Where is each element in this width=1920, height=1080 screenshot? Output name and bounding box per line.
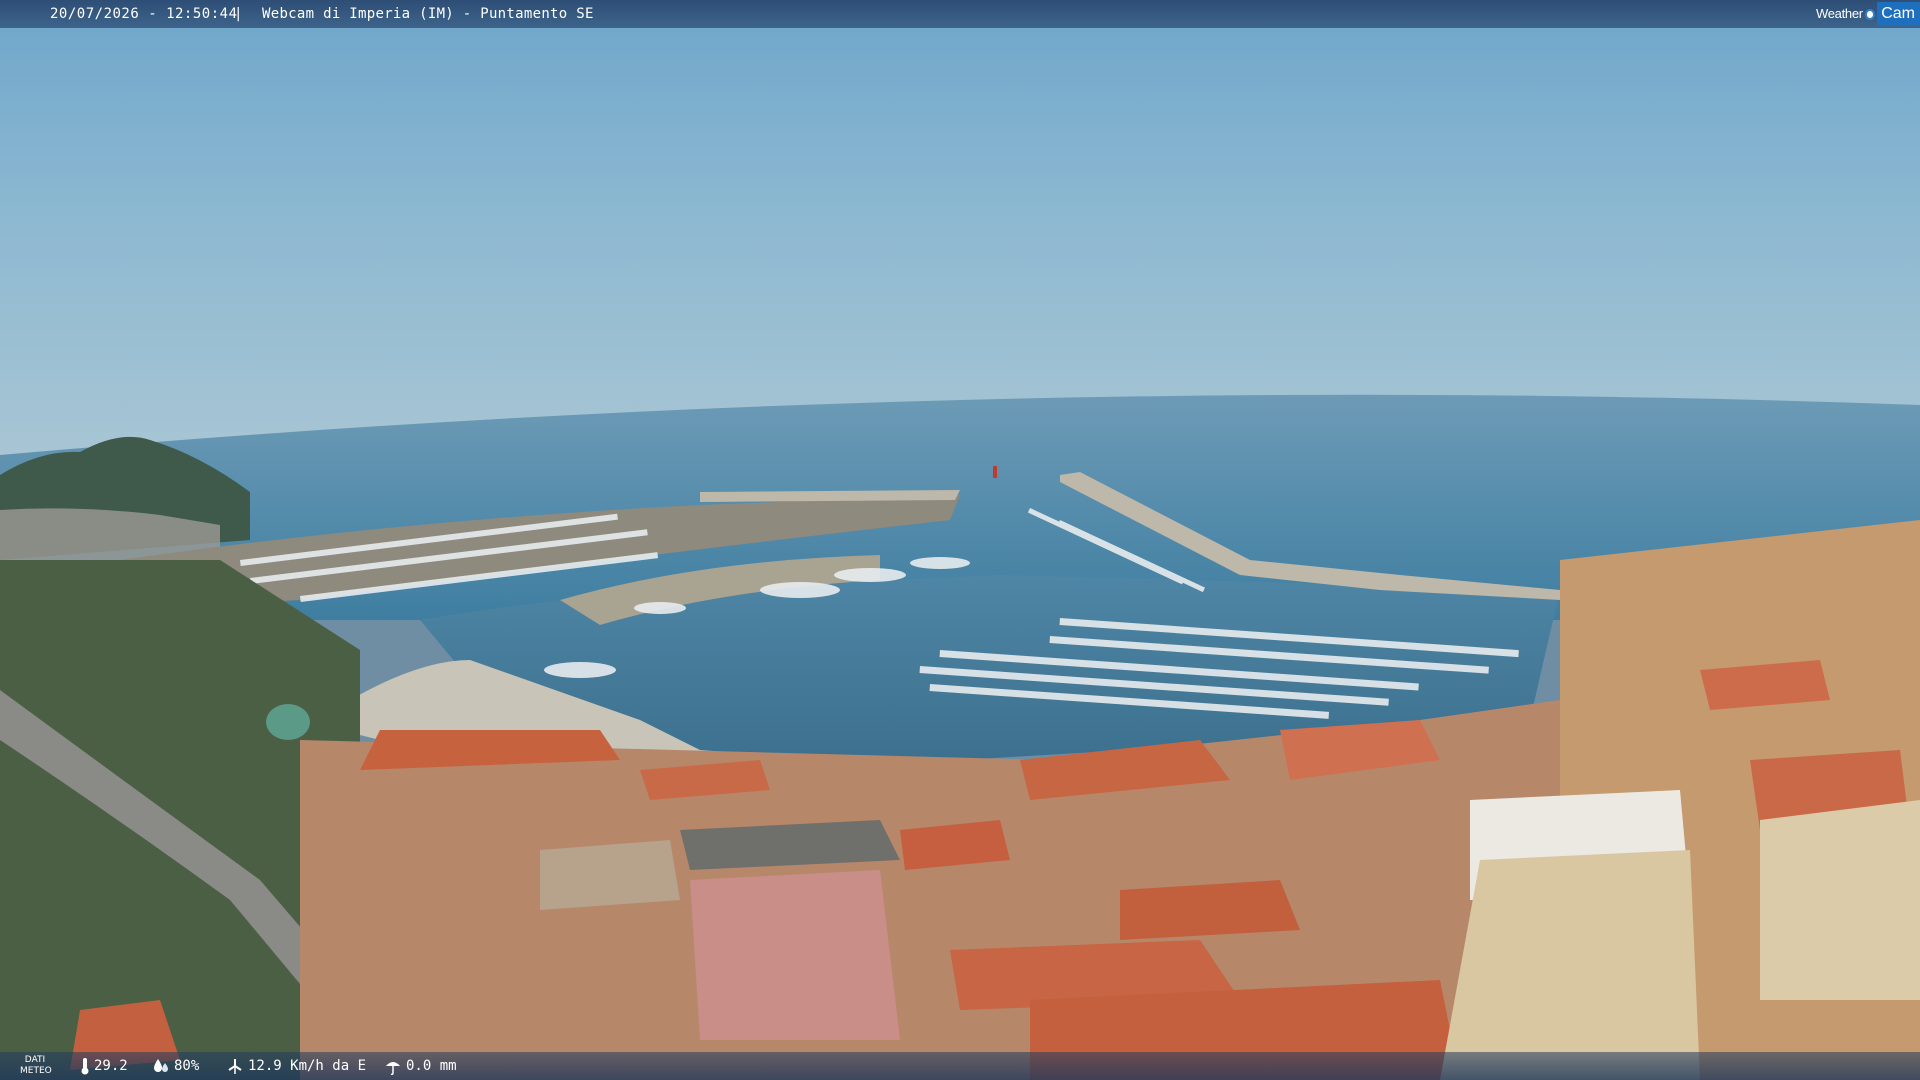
wind-reading: 12.9 Km/h da E [226,1052,366,1080]
green-dome [266,704,310,740]
breakwater-far [700,490,960,502]
humidity-value: 80% [174,1058,200,1074]
rain-reading: 0.0 mm [384,1052,457,1080]
webcam-title: Webcam di Imperia (IM) - Puntamento SE [262,6,594,22]
rain-icon [386,1062,400,1075]
weather-label-line1: DATI [24,1055,46,1065]
logo-cam-text: Cam [1877,2,1920,26]
weather-data-bar: DATI METEO 29.2 80% 12.9 Km/h da E 0.0 m… [0,1052,1920,1080]
weathercam-logo: Weather Cam [1816,0,1920,28]
harbor-scene [0,0,1920,1080]
rain-value: 0.0 mm [406,1058,457,1074]
separator: | [234,6,243,22]
logo-dot-icon [1864,8,1876,20]
humidity-icon [154,1059,168,1072]
temperature-value: 29.2 [94,1058,128,1074]
wind-value: 12.9 Km/h da E [248,1058,367,1074]
datetime-label: 20/07/2026 - 12:50:44 [50,6,238,22]
webcam-frame: 20/07/2026 - 12:50:44 | Webcam di Imperi… [0,0,1920,1080]
top-info-bar: 20/07/2026 - 12:50:44 | Webcam di Imperi… [0,0,1920,28]
wind-icon [228,1059,242,1074]
weather-data-label: DATI METEO [20,1055,52,1077]
thermometer-icon [81,1058,89,1075]
lighthouse [993,466,997,478]
weather-label-line2: METEO [20,1066,52,1076]
logo-weather-text: Weather [1816,6,1863,21]
temperature-reading: 29.2 [80,1052,128,1080]
humidity-reading: 80% [152,1052,199,1080]
